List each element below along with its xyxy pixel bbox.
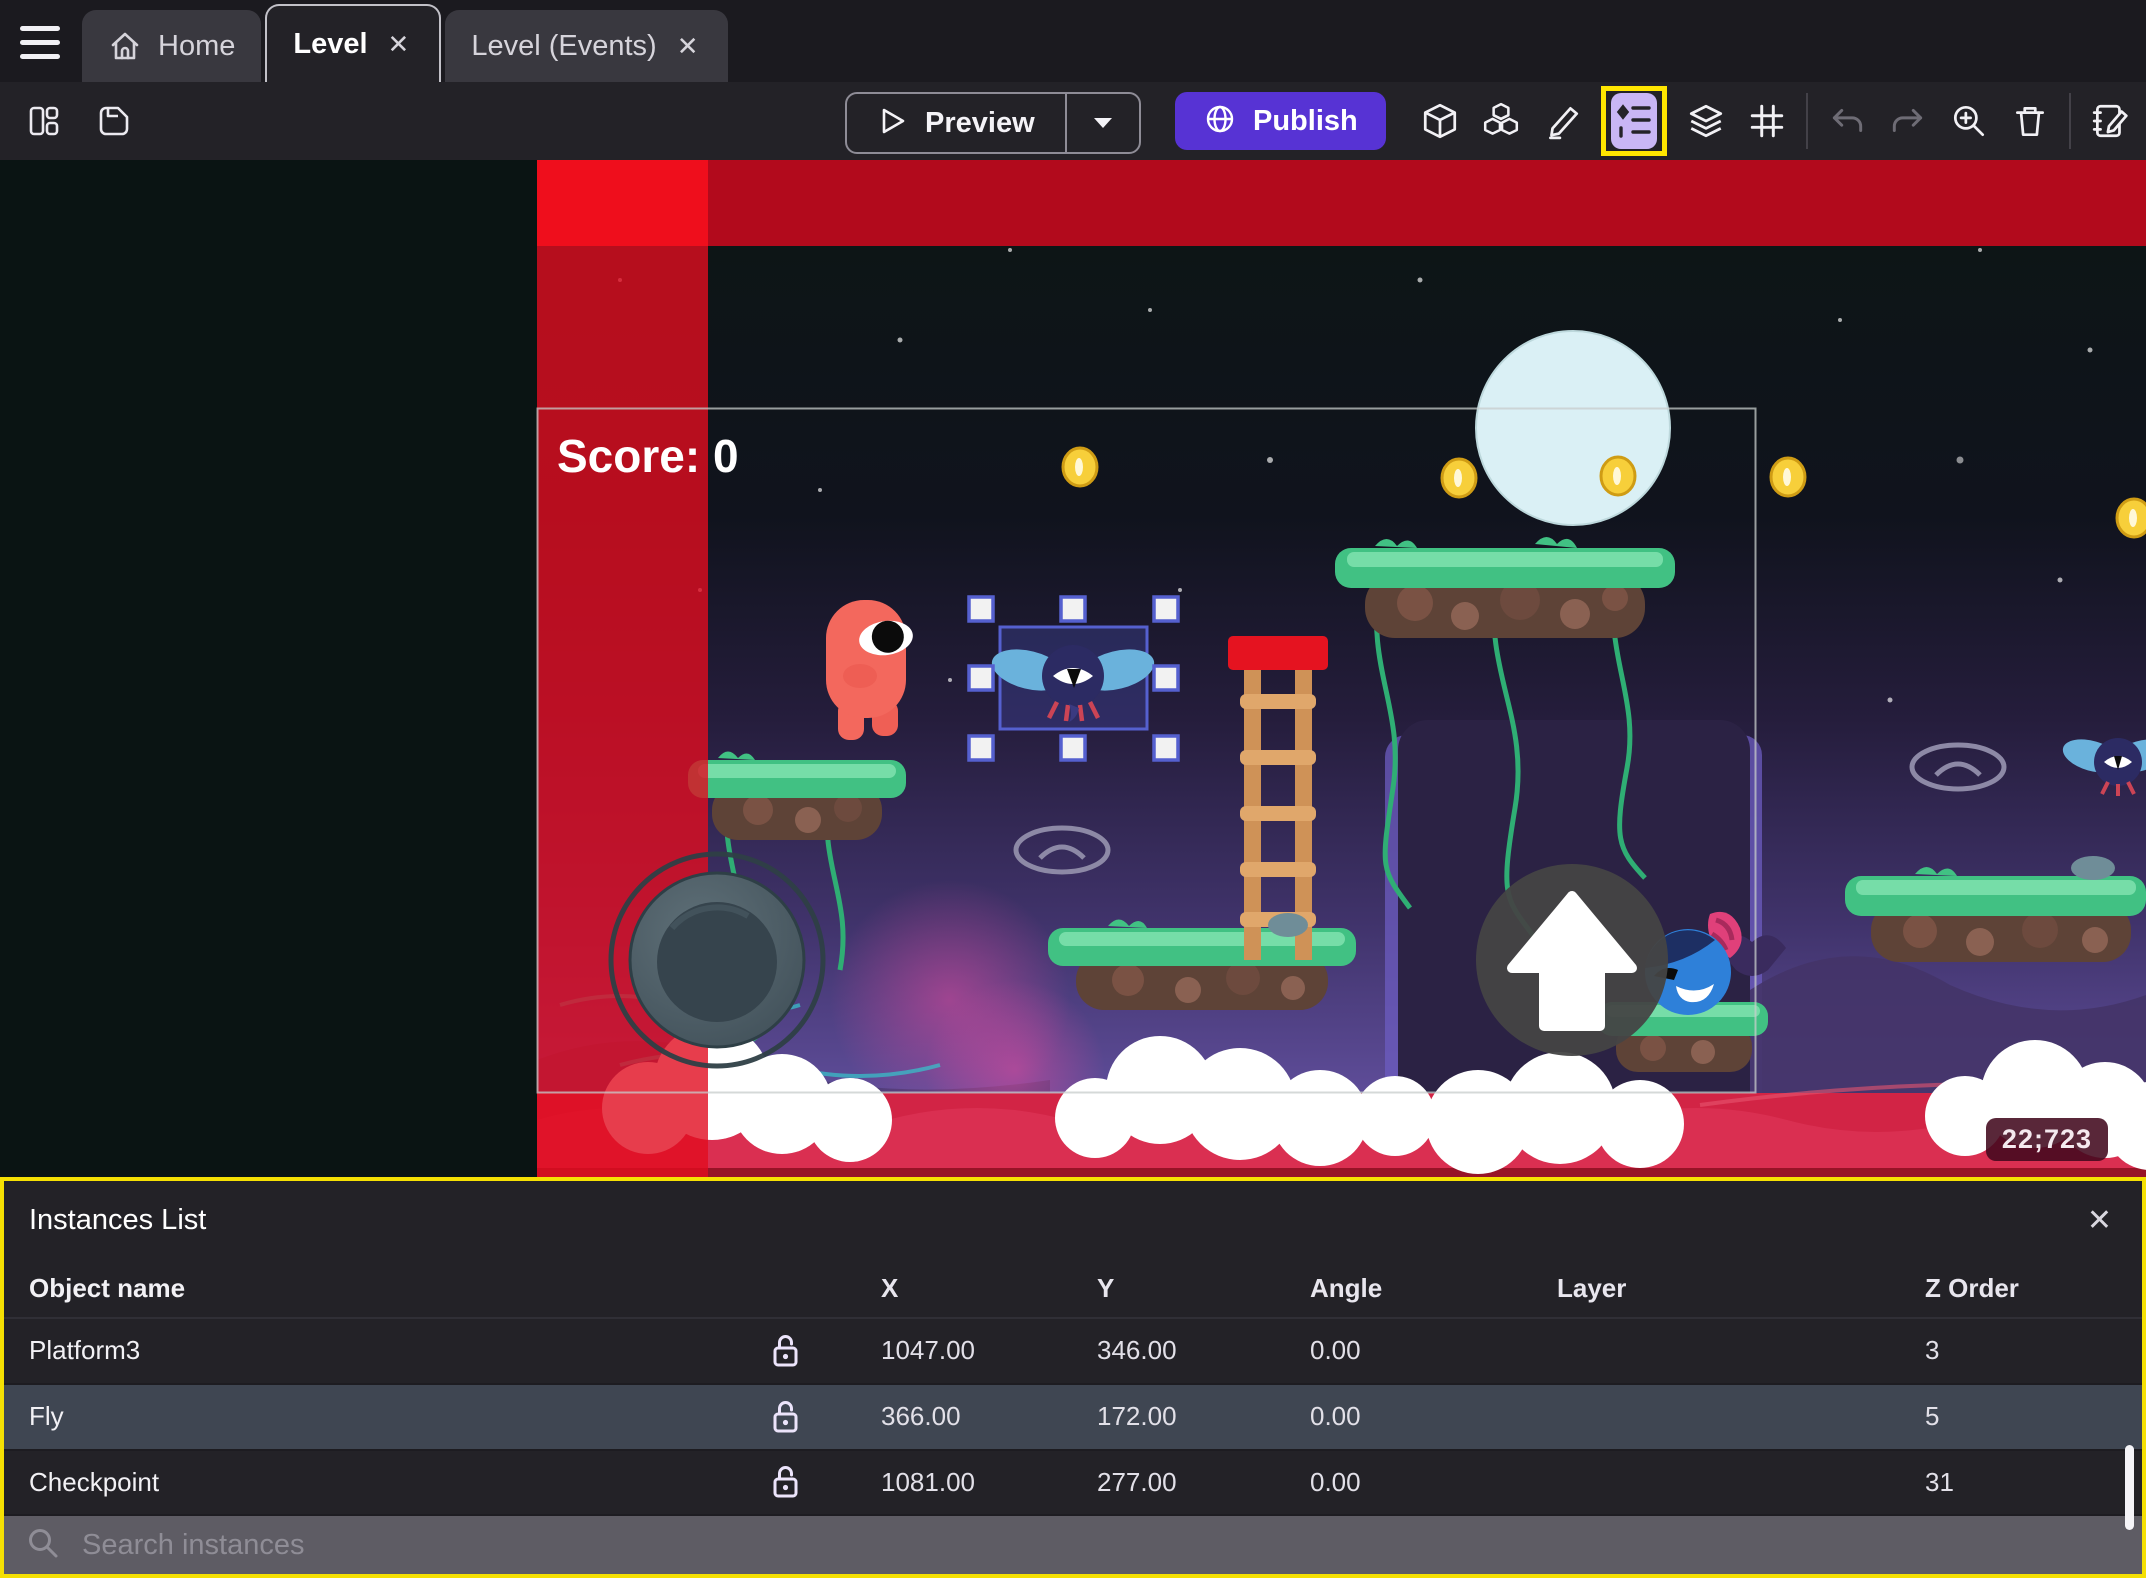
preview-label: Preview <box>925 106 1035 139</box>
tab-level-close-icon[interactable]: ✕ <box>384 27 414 62</box>
moon[interactable] <box>1475 330 1671 526</box>
play-icon <box>877 106 907 141</box>
preview-options-button[interactable] <box>1067 115 1139 131</box>
instance-x[interactable]: 1081.00 <box>821 1467 1037 1498</box>
panel-scrollbar-thumb[interactable] <box>2125 1445 2134 1530</box>
instance-angle[interactable]: 0.00 <box>1250 1467 1497 1498</box>
tab-level-events[interactable]: Level (Events) ✕ <box>445 10 729 82</box>
table-row[interactable]: Platform3 1047.00 346.00 0.00 3 <box>4 1319 2142 1385</box>
undo-icon[interactable] <box>1825 99 1869 143</box>
zoom-in-icon[interactable] <box>1947 99 1991 143</box>
search-icon <box>26 1526 60 1565</box>
col-x: X <box>881 1273 899 1304</box>
instance-name: Checkpoint <box>29 1466 160 1497</box>
panel-title: Instances List <box>29 1204 207 1237</box>
preview-button[interactable]: Preview <box>847 94 1065 152</box>
instance-angle[interactable]: 0.00 <box>1250 1401 1497 1432</box>
instance-z[interactable]: 31 <box>1880 1467 2142 1498</box>
home-icon <box>108 29 142 63</box>
tab-home[interactable]: Home <box>82 10 262 82</box>
object-3d-icon[interactable] <box>1418 99 1462 143</box>
instance-z[interactable]: 3 <box>1880 1335 2142 1366</box>
unlock-icon[interactable] <box>770 1464 800 1500</box>
top-red-band <box>537 160 2146 246</box>
tab-level-label: Level <box>293 27 368 60</box>
instance-name: Fly <box>29 1401 64 1432</box>
tab-level-events-label: Level (Events) <box>471 29 657 62</box>
instances-list-icon <box>1611 93 1657 149</box>
tab-home-label: Home <box>158 29 236 62</box>
publish-button[interactable]: Publish <box>1175 92 1386 150</box>
preview-button-group: Preview <box>845 92 1141 154</box>
panels-layout-icon[interactable] <box>22 99 66 143</box>
globe-icon <box>1203 102 1237 141</box>
scene-render: Score: 0 <box>0 160 2146 1180</box>
grid-icon[interactable] <box>1745 99 1789 143</box>
tab-level[interactable]: Level ✕ <box>265 4 442 82</box>
col-z-order: Z Order <box>1925 1273 2019 1304</box>
instances-list-toggle-highlighted[interactable] <box>1601 86 1667 156</box>
publish-label: Publish <box>1253 104 1358 137</box>
redo-icon[interactable] <box>1886 99 1930 143</box>
table-row-selected[interactable]: Fly 366.00 172.00 0.00 5 <box>4 1384 2142 1451</box>
instance-x[interactable]: 366.00 <box>821 1401 1037 1432</box>
layers-icon[interactable] <box>1684 99 1728 143</box>
main-menu-icon[interactable] <box>20 12 64 72</box>
panel-close-icon[interactable]: ✕ <box>2087 1203 2112 1238</box>
tab-bar: Home Level ✕ Level (Events) ✕ <box>0 0 2146 82</box>
col-layer: Layer <box>1557 1273 1627 1304</box>
table-row[interactable]: Checkpoint 1081.00 277.00 0.00 31 <box>4 1451 2142 1517</box>
instance-x[interactable]: 1047.00 <box>821 1335 1037 1366</box>
col-angle: Angle <box>1310 1273 1383 1304</box>
scene-canvas[interactable]: Score: 0 22;723 <box>0 160 2146 1180</box>
instance-z[interactable]: 5 <box>1880 1401 2142 1432</box>
instance-y[interactable]: 172.00 <box>1037 1401 1250 1432</box>
search-instances-input[interactable] <box>80 1527 2132 1563</box>
cursor-coordinates-badge: 22;723 <box>1985 1118 2108 1161</box>
score-text: Score: 0 <box>557 430 739 482</box>
unlock-icon[interactable] <box>770 1333 800 1369</box>
col-y: Y <box>1097 1273 1115 1304</box>
objects-list-icon[interactable] <box>1479 99 1523 143</box>
col-object-name: Object name <box>29 1273 186 1304</box>
edit-mode-icon[interactable] <box>1540 99 1584 143</box>
instances-table-header: Object name X Y Angle Layer Z Order <box>4 1260 2142 1320</box>
tab-level-events-close-icon[interactable]: ✕ <box>673 29 703 64</box>
unlock-icon[interactable] <box>770 1399 800 1435</box>
instance-angle[interactable]: 0.00 <box>1250 1335 1497 1366</box>
instances-list-panel: Instances List ✕ Object name X Y Angle L… <box>0 1177 2146 1578</box>
editor-window: Home Level ✕ Level (Events) ✕ Preview Pu… <box>0 0 2146 1578</box>
delete-icon[interactable] <box>2008 99 2052 143</box>
search-instances-bar <box>4 1516 2142 1574</box>
instance-y[interactable]: 346.00 <box>1037 1335 1250 1366</box>
save-icon[interactable] <box>92 99 136 143</box>
joystick-control[interactable] <box>608 851 826 1069</box>
instance-name: Platform3 <box>29 1335 141 1366</box>
toolbar: Preview Publish <box>0 82 2146 160</box>
edit-scene-properties-icon[interactable] <box>2088 99 2132 143</box>
instance-y[interactable]: 277.00 <box>1037 1467 1250 1498</box>
jump-button-control[interactable] <box>1476 864 1668 1056</box>
